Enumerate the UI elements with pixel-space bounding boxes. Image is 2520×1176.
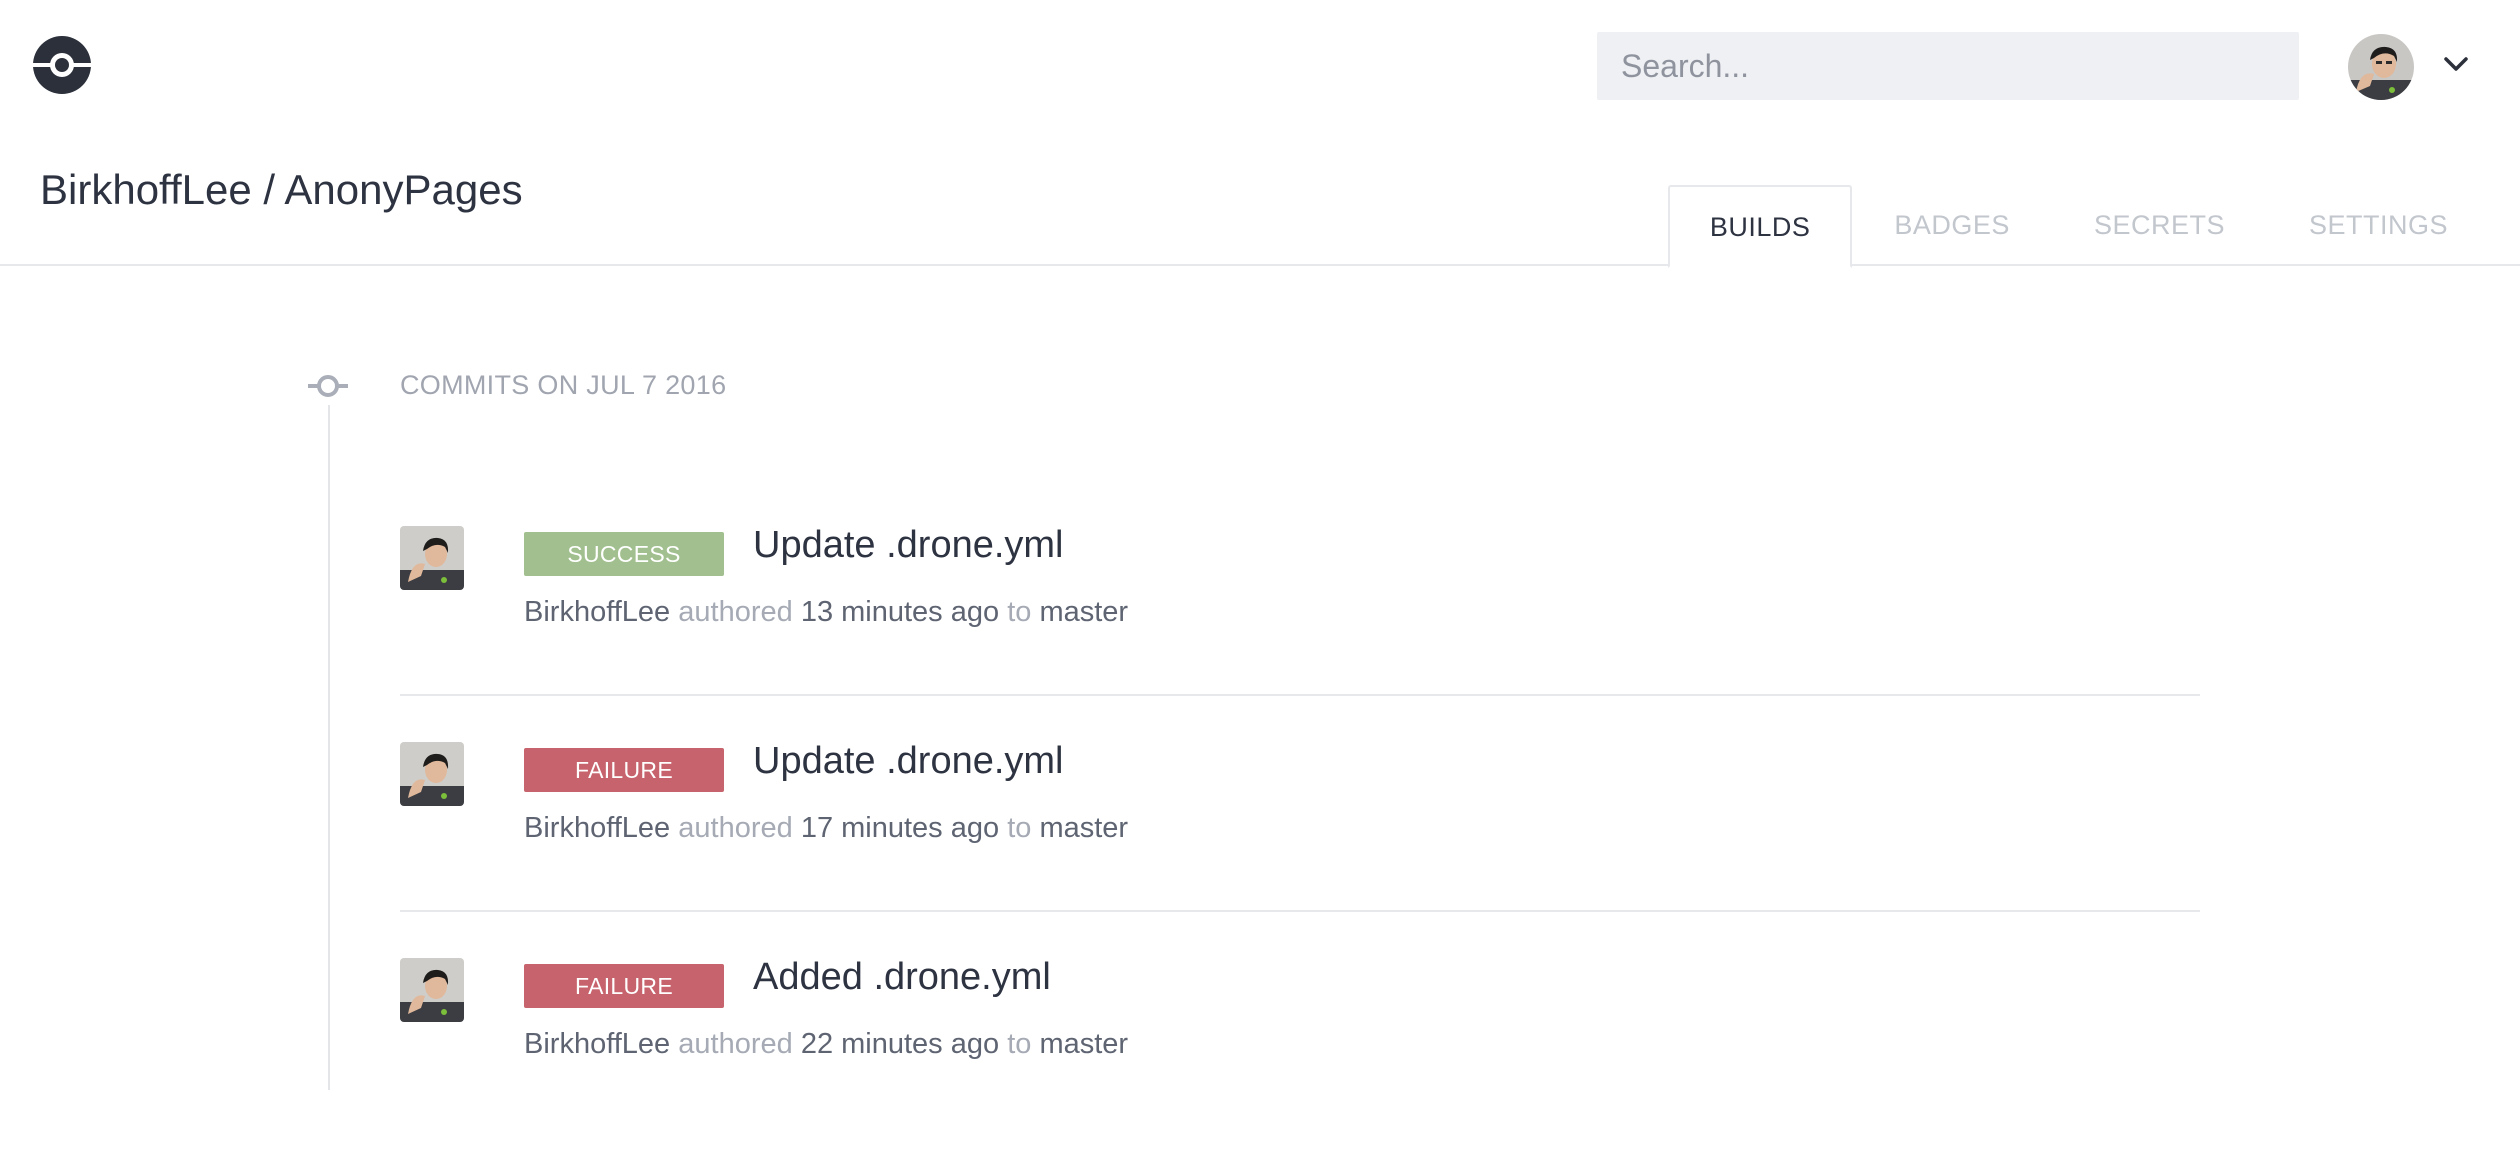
repo-separator: / xyxy=(263,166,276,213)
status-badge: SUCCESS xyxy=(524,532,724,576)
build-time: 13 minutes ago xyxy=(800,596,1000,628)
repo-name[interactable]: AnonyPages xyxy=(284,166,522,213)
tab-settings[interactable]: SETTINGS xyxy=(2267,185,2490,266)
build-title[interactable]: Added .drone.yml xyxy=(753,956,1051,999)
build-meta: BirkhoffLee authored 22 minutes ago to m… xyxy=(524,1028,1128,1061)
build-item[interactable]: FAILURE Added .drone.yml BirkhoffLee aut… xyxy=(400,912,2200,1128)
build-item[interactable]: FAILURE Update .drone.yml BirkhoffLee au… xyxy=(400,696,2200,912)
status-badge: FAILURE xyxy=(524,748,724,792)
build-branch: master xyxy=(1039,596,1129,628)
authored-label: authored xyxy=(678,812,793,844)
authored-label: authored xyxy=(678,1028,793,1060)
avatar xyxy=(400,742,464,806)
top-bar xyxy=(0,0,2520,130)
repo-title: BirkhoffLee / AnonyPages xyxy=(40,166,523,214)
authored-label: authored xyxy=(678,596,793,628)
commit-date-heading: COMMITS ON JUL 7 2016 xyxy=(400,370,727,400)
commit-icon xyxy=(308,375,348,397)
build-meta: BirkhoffLee authored 13 minutes ago to m… xyxy=(524,596,1128,629)
user-avatar-image xyxy=(2348,34,2414,100)
build-author: BirkhoffLee xyxy=(524,1028,671,1060)
search-input[interactable] xyxy=(1597,32,2299,100)
build-author: BirkhoffLee xyxy=(524,596,671,628)
tab-secrets[interactable]: SECRETS xyxy=(2052,185,2267,266)
build-item[interactable]: SUCCESS Update .drone.yml BirkhoffLee au… xyxy=(400,480,2200,696)
avatar xyxy=(400,958,464,1022)
avatar xyxy=(400,526,464,590)
timeline-line xyxy=(328,405,330,1090)
drone-logo-icon[interactable] xyxy=(31,34,93,96)
build-time: 17 minutes ago xyxy=(800,812,1000,844)
repo-owner[interactable]: BirkhoffLee xyxy=(40,166,252,213)
chevron-down-icon[interactable] xyxy=(2440,48,2472,80)
tab-badges[interactable]: BADGES xyxy=(1852,185,2052,266)
to-label: to xyxy=(1007,596,1032,628)
build-meta: BirkhoffLee authored 17 minutes ago to m… xyxy=(524,812,1128,845)
build-branch: master xyxy=(1039,1028,1129,1060)
user-avatar[interactable] xyxy=(2348,34,2414,100)
build-time: 22 minutes ago xyxy=(800,1028,1000,1060)
repo-header: BirkhoffLee / AnonyPages BUILDS BADGES S… xyxy=(0,130,2520,268)
tab-builds[interactable]: BUILDS xyxy=(1667,185,1853,268)
to-label: to xyxy=(1007,1028,1032,1060)
to-label: to xyxy=(1007,812,1032,844)
build-branch: master xyxy=(1039,812,1129,844)
build-title[interactable]: Update .drone.yml xyxy=(753,740,1064,783)
build-list: SUCCESS Update .drone.yml BirkhoffLee au… xyxy=(400,480,2200,1128)
build-author: BirkhoffLee xyxy=(524,812,671,844)
repo-tabs: BUILDS BADGES SECRETS SETTINGS xyxy=(1667,185,2520,268)
build-title[interactable]: Update .drone.yml xyxy=(753,524,1064,567)
status-badge: FAILURE xyxy=(524,964,724,1008)
